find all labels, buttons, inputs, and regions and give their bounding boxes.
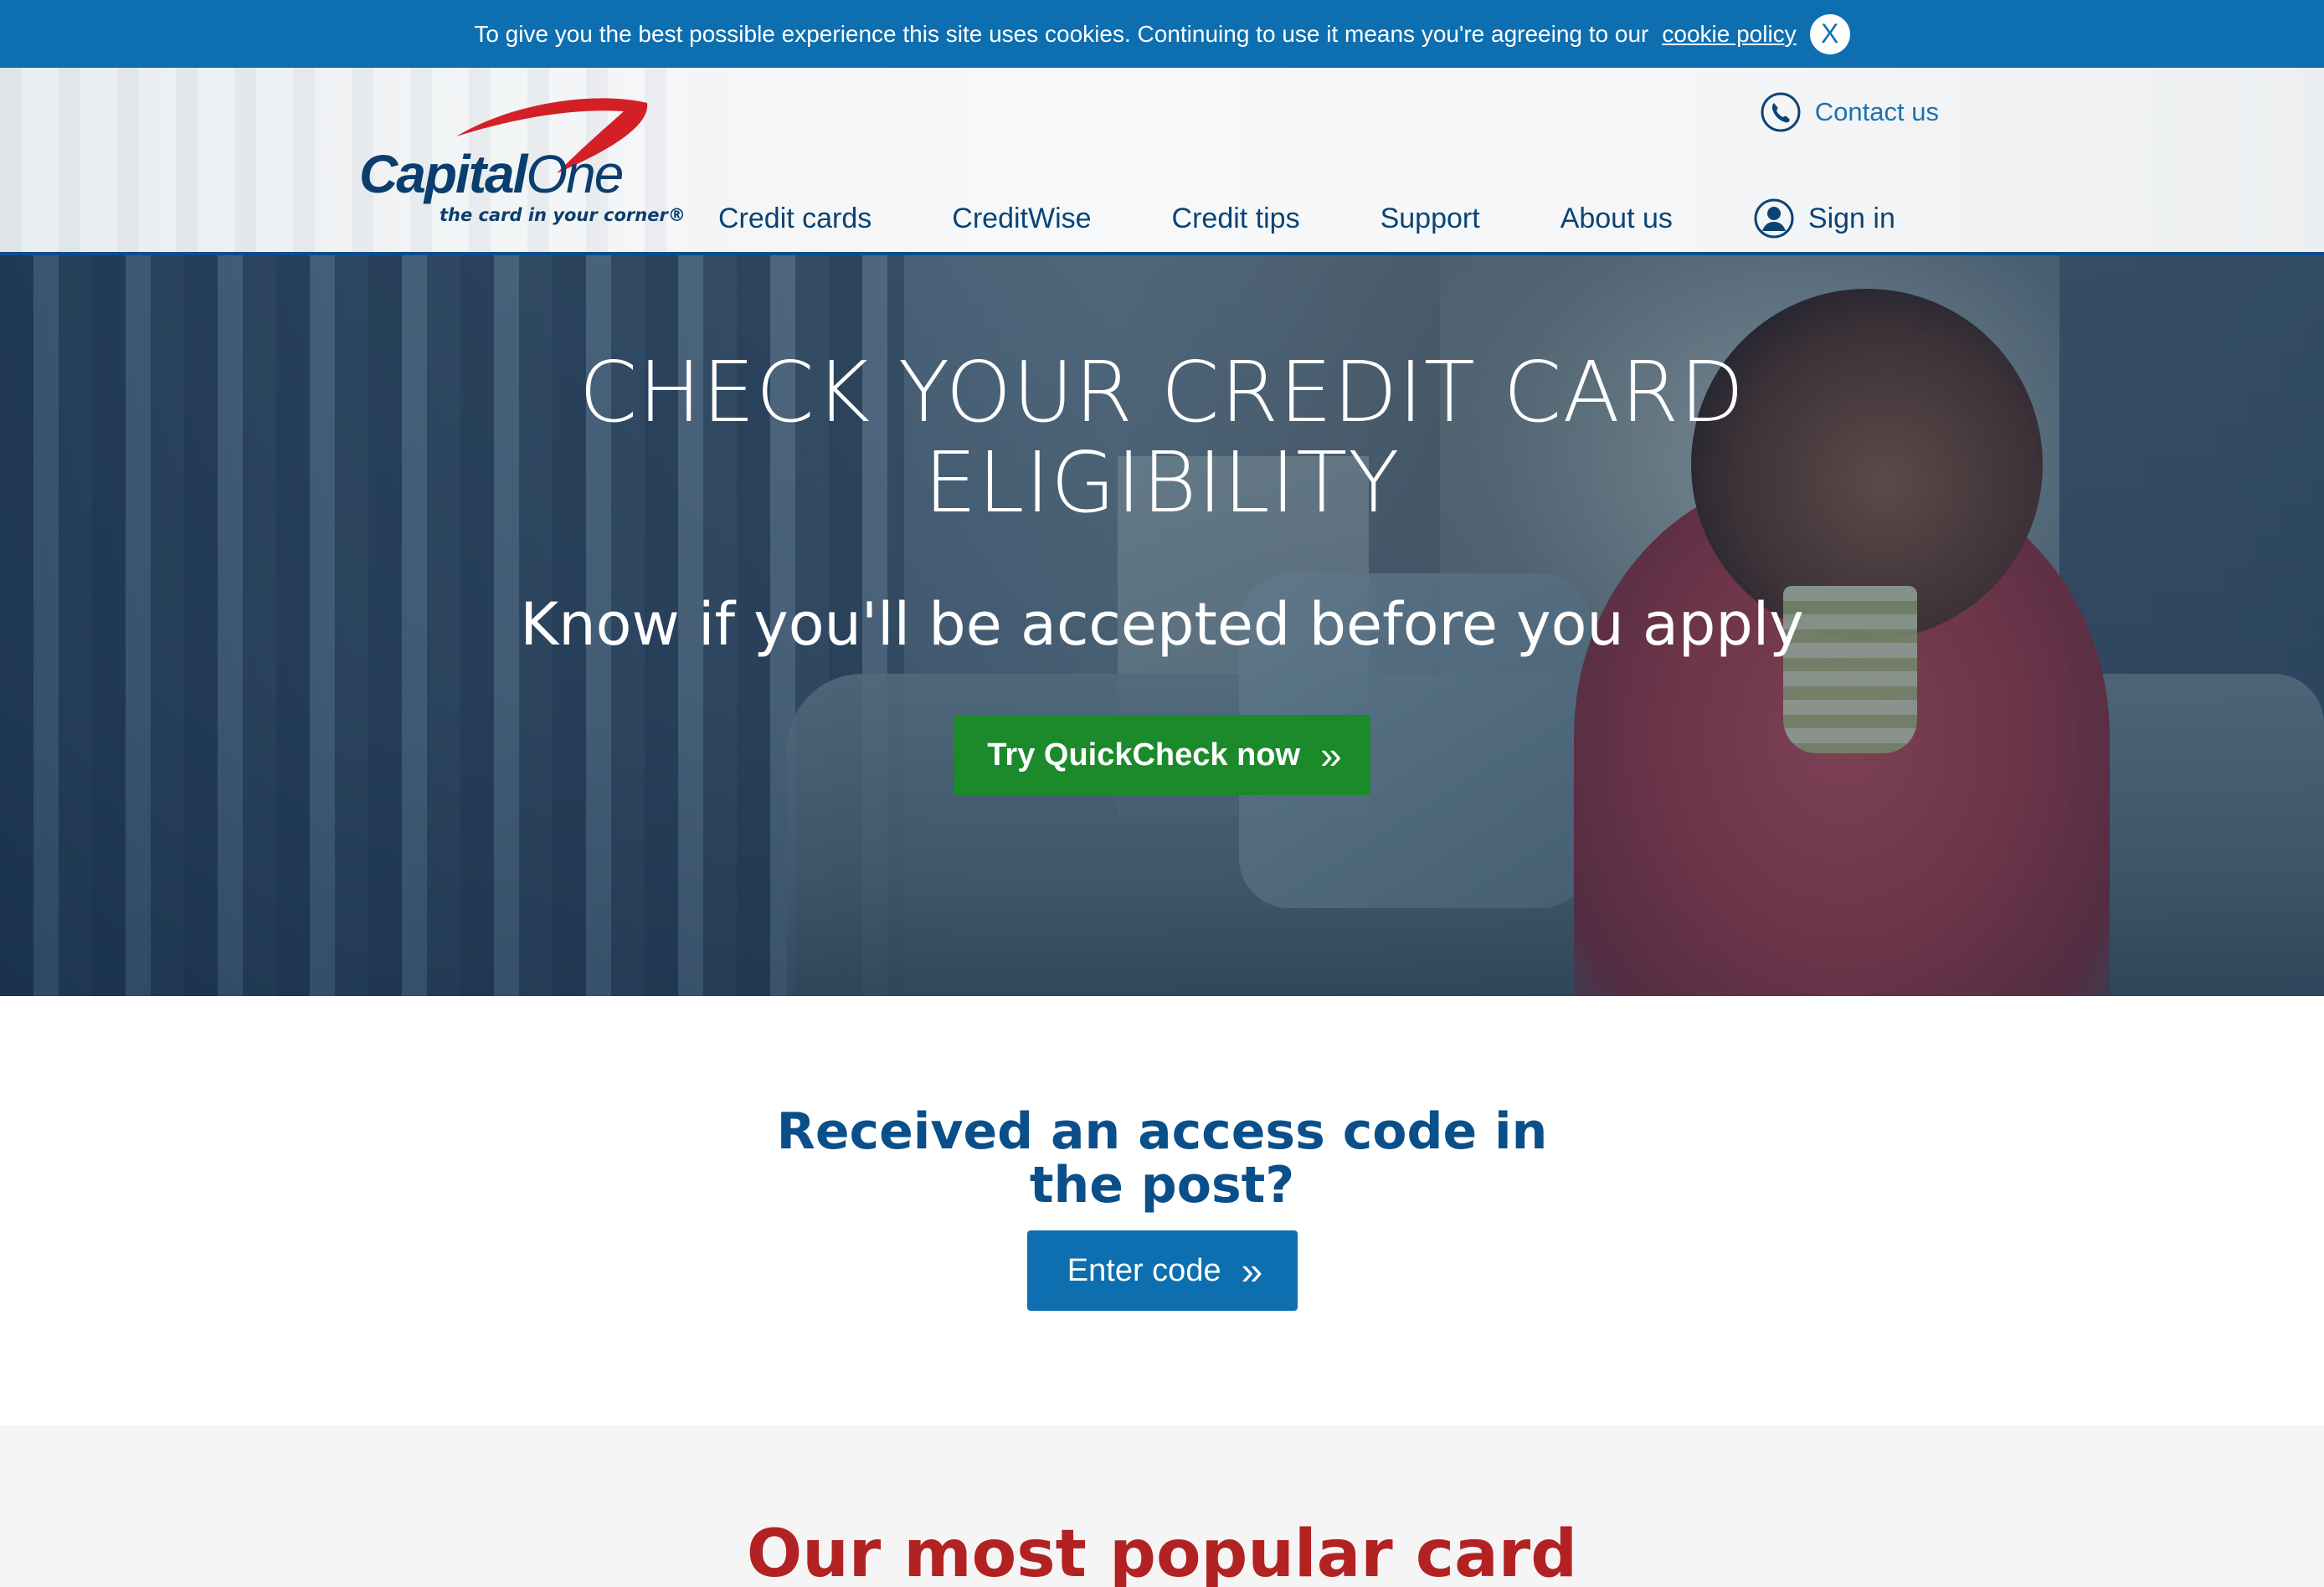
- cookie-banner: To give you the best possible experience…: [0, 0, 2324, 68]
- hero-title-line-1: CHECK YOUR CREDIT CARD: [578, 343, 1746, 441]
- nav-item-credit-cards[interactable]: Credit cards: [718, 203, 872, 235]
- double-chevron-right-icon: »: [1320, 733, 1341, 777]
- contact-us-label: Contact us: [1814, 97, 1939, 126]
- popular-card-section: Our most popular card: [0, 1425, 2324, 1587]
- logo-word-capital: Capital: [359, 144, 527, 204]
- logo-word-one: One: [526, 144, 624, 204]
- logo-wordmark: CapitalOne: [359, 143, 624, 205]
- try-quickcheck-button[interactable]: Try QuickCheck now »: [954, 715, 1370, 795]
- enter-code-label: Enter code: [1067, 1252, 1221, 1288]
- cookie-close-label: X: [1821, 18, 1839, 49]
- cookie-text: To give you the best possible experience…: [474, 20, 1649, 47]
- main-nav: Credit cards CreditWise Credit tips Supp…: [718, 189, 1895, 248]
- nav-item-creditwise[interactable]: CreditWise: [952, 203, 1091, 235]
- try-quickcheck-label: Try QuickCheck now: [987, 737, 1301, 773]
- hero-title-line-2: ELIGIBILITY: [923, 434, 1401, 532]
- cookie-policy-link[interactable]: cookie policy: [1662, 21, 1796, 48]
- sign-in-label: Sign in: [1807, 202, 1895, 234]
- phone-icon: [1761, 92, 1801, 132]
- hero-title: CHECK YOUR CREDIT CARD ELIGIBILITY: [0, 347, 2324, 528]
- contact-us-link[interactable]: Contact us: [1760, 91, 1939, 133]
- hero-content: CHECK YOUR CREDIT CARD ELIGIBILITY Know …: [0, 255, 2324, 996]
- hero-banner: CHECK YOUR CREDIT CARD ELIGIBILITY Know …: [0, 255, 2324, 996]
- sign-in-link[interactable]: Sign in: [1753, 198, 1895, 239]
- hero-subtitle: Know if you'll be accepted before you ap…: [520, 590, 1804, 659]
- enter-code-button[interactable]: Enter code »: [1027, 1230, 1298, 1311]
- capital-one-logo[interactable]: CapitalOne the card in your corner®: [356, 93, 686, 227]
- access-code-heading-line-1: Received an access code in: [776, 1102, 1548, 1161]
- logo-tagline: the card in your corner®: [440, 205, 686, 225]
- double-chevron-right-icon: »: [1241, 1249, 1262, 1292]
- nav-item-support[interactable]: Support: [1381, 203, 1480, 235]
- user-icon: [1754, 198, 1794, 239]
- popular-card-heading: Our most popular card: [746, 1517, 1578, 1587]
- access-code-section: Received an access code in the post? Ent…: [0, 996, 2324, 1425]
- site-header: CapitalOne the card in your corner® Cont…: [0, 68, 2324, 255]
- access-code-heading-line-2: the post?: [1029, 1156, 1295, 1215]
- nav-item-about-us[interactable]: About us: [1560, 203, 1673, 235]
- access-code-heading: Received an access code in the post?: [0, 1105, 2324, 1212]
- close-icon[interactable]: X: [1809, 13, 1850, 54]
- nav-item-credit-tips[interactable]: Credit tips: [1172, 203, 1300, 235]
